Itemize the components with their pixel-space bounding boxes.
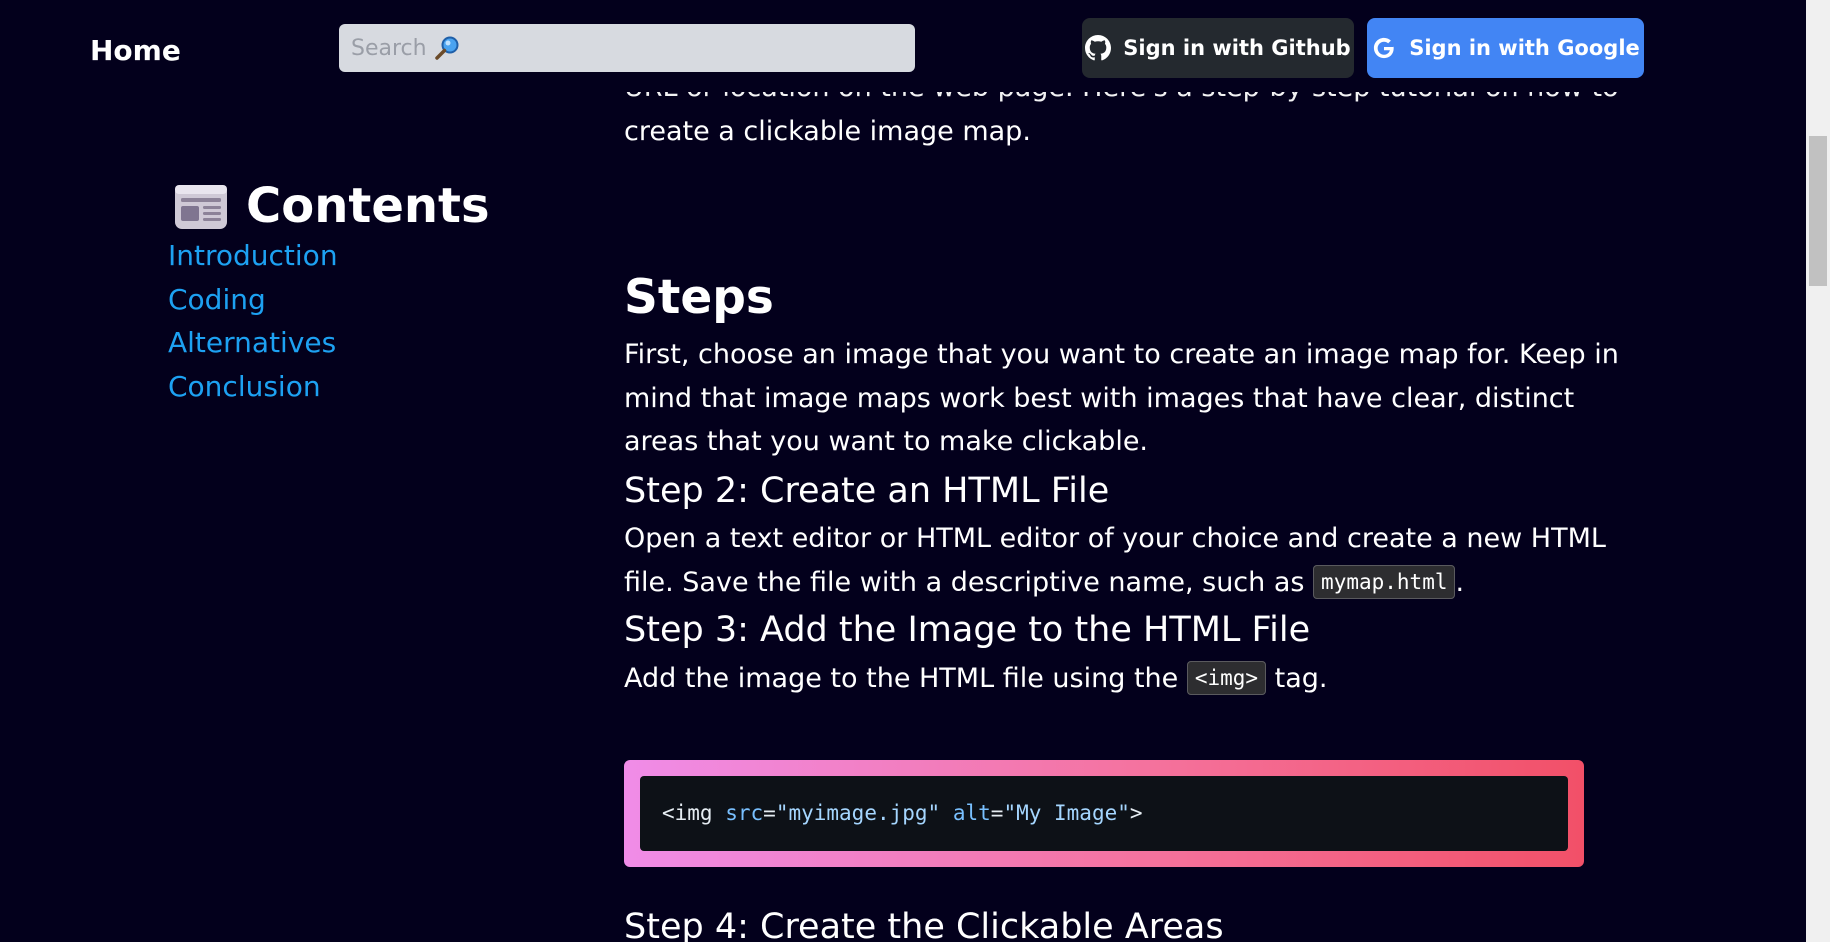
step3-text-end: tag. (1266, 663, 1328, 694)
step2-heading: Step 2: Create an HTML File (624, 471, 1110, 511)
step4-heading: Step 4: Create the Clickable Areas (624, 907, 1224, 942)
code-block[interactable]: <img src = "myimage.jpg" alt = "My Image" > (640, 776, 1568, 851)
step3-heading: Step 3: Add the Image to the HTML File (624, 610, 1311, 650)
step3-text: Add the image to the HTML file using the (624, 663, 1187, 694)
toc-list: Introduction Coding Alternatives Conclus… (168, 234, 490, 408)
step2-inline-code: mymap.html (1313, 564, 1456, 599)
code-block-frame: <img src = "myimage.jpg" alt = "My Image" > (624, 760, 1584, 867)
code-attr-alt: alt (952, 800, 991, 825)
step2-text-end: . (1455, 566, 1465, 598)
code-attr-src: src (725, 800, 764, 825)
scrollbar-thumb[interactable] (1809, 136, 1827, 286)
github-icon (1085, 35, 1112, 61)
google-icon (1371, 35, 1397, 61)
page: URL or location on the web page. Here's … (0, 0, 1830, 942)
toc-link-alternatives[interactable]: Alternatives (168, 326, 336, 359)
step2-paragraph: Open a text editor or HTML editor of you… (624, 517, 1644, 604)
code-eq: = (990, 800, 1004, 825)
magnifier-icon (435, 36, 459, 60)
github-button-label: Sign in with Github (1123, 36, 1351, 60)
code-tag-close: > (1129, 800, 1143, 825)
toc-item: Coding (168, 278, 490, 322)
toc-title-row: Contents (168, 176, 490, 236)
google-button-label: Sign in with Google (1409, 36, 1640, 60)
toc-link-coding[interactable]: Coding (168, 283, 266, 316)
toc-item: Conclusion (168, 365, 490, 409)
home-link[interactable]: Home (90, 34, 181, 67)
code-value-src: "myimage.jpg" (775, 800, 941, 825)
search-input[interactable] (351, 35, 431, 61)
steps-paragraph: First, choose an image that you want to … (624, 339, 1619, 457)
toc-heading: Contents (246, 178, 490, 234)
table-of-contents: Contents Introduction Coding Alternative… (168, 176, 490, 408)
toc-link-conclusion[interactable]: Conclusion (168, 370, 321, 403)
vertical-scrollbar[interactable] (1806, 0, 1830, 942)
code-value-alt: "My Image" (1003, 800, 1130, 825)
step3-paragraph: Add the image to the HTML file using the… (624, 657, 1644, 701)
newspaper-icon (175, 185, 227, 229)
google-signin-button[interactable]: Sign in with Google (1367, 18, 1644, 78)
step3-inline-code: <img> (1186, 661, 1267, 695)
toc-item: Alternatives (168, 321, 490, 365)
intro-line-2: create a clickable image map. (624, 116, 1031, 147)
toc-link-introduction[interactable]: Introduction (168, 239, 338, 272)
steps-heading: Steps (624, 270, 774, 325)
code-tag-open: <img (662, 800, 726, 825)
top-nav: Home Sign in with Github Sign in with Go… (0, 0, 1806, 92)
toc-item: Introduction (168, 234, 490, 278)
search-bar[interactable] (339, 24, 915, 72)
code-eq: = (763, 800, 776, 825)
github-signin-button[interactable]: Sign in with Github (1082, 18, 1354, 78)
